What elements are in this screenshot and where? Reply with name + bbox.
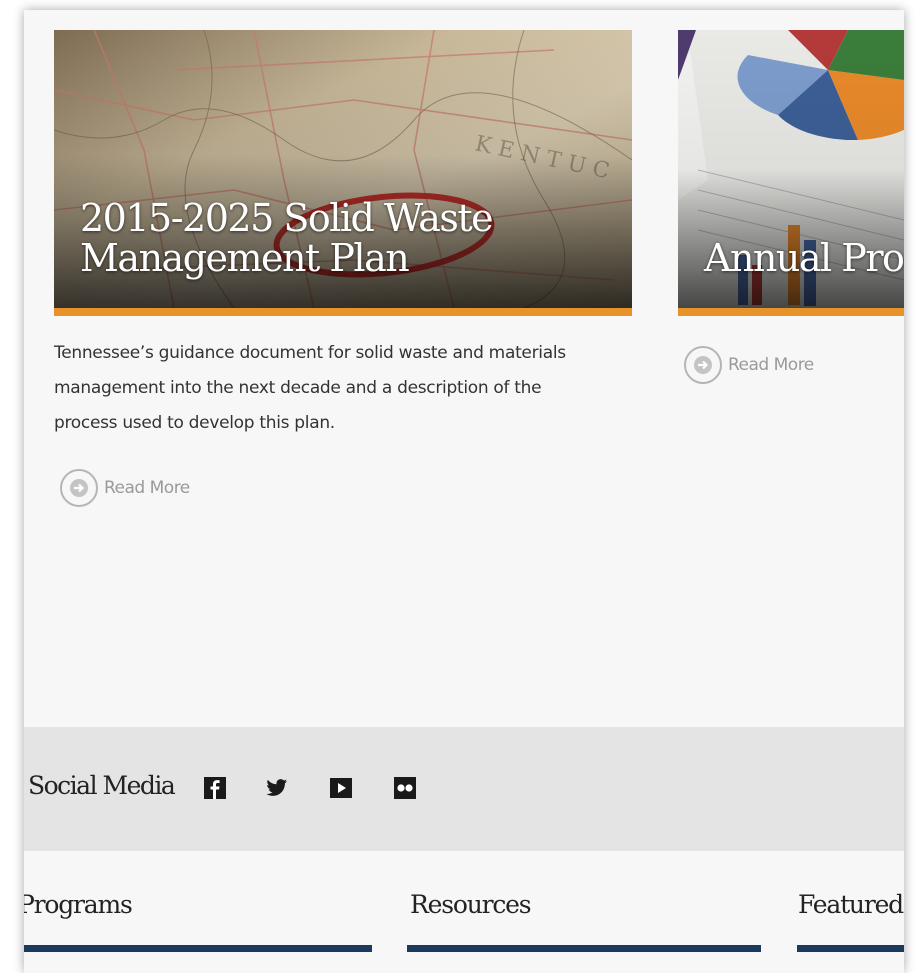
social-media-label: Social Media	[28, 771, 176, 800]
page-frame: K E N T U C 2015-2025 Solid Waste Manage…	[24, 10, 904, 973]
arrow-circle-right-icon	[684, 346, 722, 384]
footer-divider-programs	[24, 945, 372, 952]
footer-divider-featured	[797, 945, 904, 952]
card-title-line-1: 2015-2025 Solid Waste	[80, 196, 494, 240]
arrow-circle-right-icon	[60, 469, 98, 507]
footer-column-resources[interactable]: Resources	[410, 890, 532, 919]
card-description: Tennessee’s guidance document for solid …	[54, 343, 566, 433]
footer-heading-programs: Programs	[24, 890, 133, 919]
footer-heading-featured: Featured	[798, 890, 904, 919]
read-more-link[interactable]: Read More	[684, 346, 904, 384]
card-title[interactable]: Annual Prog	[704, 238, 904, 278]
facebook-icon[interactable]	[204, 777, 226, 799]
read-more-link[interactable]: Read More	[60, 469, 632, 507]
footer-column-featured[interactable]: Featured	[798, 890, 904, 919]
card-image-charts[interactable]: Annual Prog	[678, 30, 904, 316]
footer-heading-resources: Resources	[410, 890, 532, 919]
read-more-label: Read More	[104, 478, 190, 498]
read-more-label: Read More	[728, 355, 814, 375]
card-image-map[interactable]: K E N T U C 2015-2025 Solid Waste Manage…	[54, 30, 632, 316]
flickr-icon[interactable]	[394, 777, 416, 799]
footer-column-programs[interactable]: Programs	[24, 890, 133, 919]
social-media-bar: Social Media	[24, 727, 904, 851]
card-title-line-2: Management Plan	[80, 236, 410, 280]
card-solid-waste-plan: K E N T U C 2015-2025 Solid Waste Manage…	[54, 30, 632, 507]
card-title[interactable]: 2015-2025 Solid Waste Management Plan	[80, 196, 494, 280]
card-annual-progress: Annual Prog Read More	[678, 30, 904, 384]
youtube-icon[interactable]	[330, 777, 352, 799]
twitter-icon[interactable]	[266, 777, 288, 799]
footer-divider-resources	[407, 945, 761, 952]
